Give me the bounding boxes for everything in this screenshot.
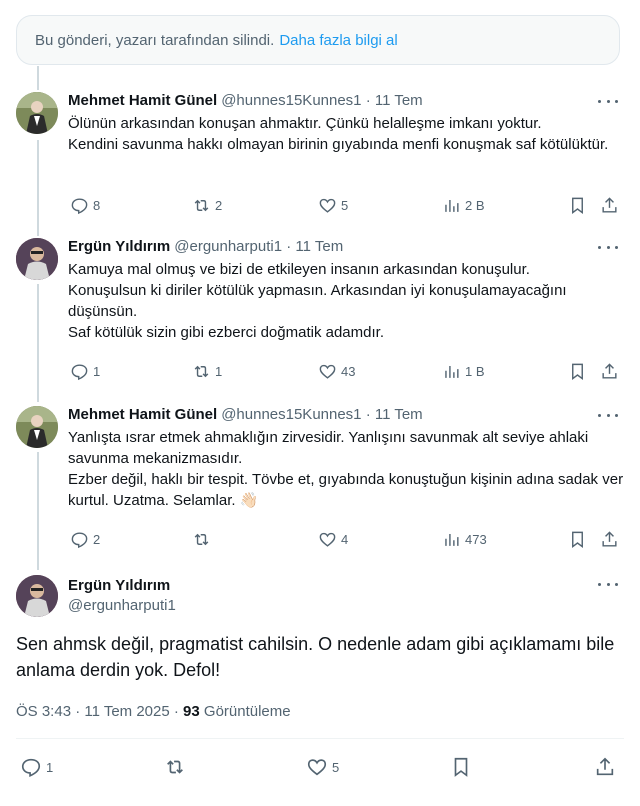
views-button[interactable]: 1 B bbox=[442, 362, 485, 381]
main-action-bar: 1 5 bbox=[0, 756, 640, 782]
post-timestamp[interactable]: ÖS 3:43 · 11 Tem 2025 · bbox=[16, 703, 183, 720]
views-icon bbox=[445, 199, 459, 212]
repost-count: 2 bbox=[215, 198, 223, 213]
author-handle-time[interactable]: @hunnes15Kunnes1 · 11 Tem bbox=[221, 406, 422, 424]
author-handle[interactable]: @ergunharputi1 bbox=[68, 597, 176, 614]
author-handle-time[interactable]: @hunnes15Kunnes1 · 11 Tem bbox=[221, 92, 422, 110]
more-icon[interactable] bbox=[598, 410, 618, 420]
like-button[interactable]: 43 bbox=[318, 362, 355, 381]
thread-line bbox=[37, 284, 39, 402]
reply-count: 1 bbox=[93, 364, 101, 379]
thread-line bbox=[37, 140, 39, 236]
views-count: 1 B bbox=[465, 364, 485, 379]
share-button[interactable] bbox=[600, 530, 619, 549]
like-icon bbox=[319, 198, 336, 213]
views-count: 2 B bbox=[465, 198, 485, 213]
author-handle-time[interactable]: @ergunharputi1 · 11 Tem bbox=[174, 238, 343, 256]
reply-button[interactable]: 2 bbox=[70, 530, 100, 549]
post-header: Ergün Yıldırım @ergunharputi1 · 11 Tem bbox=[68, 238, 624, 256]
share-button[interactable] bbox=[600, 196, 619, 215]
views-count: 473 bbox=[465, 532, 487, 547]
reply-button[interactable]: 8 bbox=[70, 196, 100, 215]
repost-icon bbox=[194, 365, 209, 378]
notice-text: Bu gönderi, yazarı tarafından silindi. bbox=[35, 31, 275, 49]
more-icon[interactable] bbox=[598, 96, 618, 106]
bookmark-button[interactable] bbox=[568, 362, 587, 381]
bookmark-icon bbox=[572, 197, 583, 215]
more-icon[interactable] bbox=[598, 242, 618, 252]
repost-button[interactable] bbox=[164, 756, 186, 778]
repost-count: 1 bbox=[215, 364, 223, 379]
repost-icon bbox=[167, 760, 183, 774]
action-bar: 2 4 473 bbox=[68, 530, 624, 552]
thread-line bbox=[37, 66, 39, 90]
repost-button[interactable]: 2 bbox=[192, 196, 222, 215]
action-bar: 1 1 43 1 B bbox=[68, 362, 624, 384]
reply-icon bbox=[71, 198, 88, 215]
post-text: Kamuya mal olmuş ve bizi de etkileyen in… bbox=[68, 261, 567, 341]
bookmark-icon bbox=[572, 531, 583, 549]
author-name[interactable]: Mehmet Hamit Günel bbox=[68, 92, 217, 110]
author-name[interactable]: Ergün Yıldırım bbox=[68, 238, 170, 256]
like-button[interactable]: 5 bbox=[306, 756, 339, 778]
like-icon bbox=[319, 364, 336, 379]
like-count: 5 bbox=[341, 198, 349, 213]
action-bar: 8 2 5 2 B bbox=[68, 196, 624, 218]
like-count: 4 bbox=[341, 532, 349, 547]
views-total: 93 bbox=[183, 703, 200, 720]
repost-icon bbox=[194, 533, 209, 546]
views-button[interactable]: 473 bbox=[442, 530, 487, 549]
bookmark-button[interactable] bbox=[450, 756, 472, 778]
author-name[interactable]: Mehmet Hamit Günel bbox=[68, 406, 217, 424]
reply-count: 1 bbox=[46, 759, 54, 775]
bookmark-button[interactable] bbox=[568, 530, 587, 549]
more-icon[interactable] bbox=[598, 579, 618, 589]
views-icon bbox=[445, 533, 459, 546]
reply-count: 2 bbox=[93, 532, 101, 547]
repost-icon bbox=[194, 199, 209, 212]
reply-icon bbox=[71, 532, 88, 549]
bookmark-icon bbox=[572, 363, 583, 381]
views-button[interactable]: 2 B bbox=[442, 196, 485, 215]
like-icon bbox=[319, 532, 336, 547]
like-count: 5 bbox=[332, 759, 340, 775]
views-icon bbox=[445, 365, 459, 378]
share-icon bbox=[602, 531, 617, 547]
divider bbox=[16, 738, 624, 739]
main-post-text: Sen ahmsk değil, pragmatist cahilsin. O … bbox=[16, 634, 615, 680]
post-text: Ölünün arkasından konuşan ahmaktır. Çünk… bbox=[68, 115, 609, 153]
author-name[interactable]: Ergün Yıldırım bbox=[68, 577, 176, 594]
repost-button[interactable] bbox=[192, 530, 215, 549]
share-button[interactable] bbox=[594, 756, 616, 778]
share-button[interactable] bbox=[600, 362, 619, 381]
post-header: Mehmet Hamit Günel @hunnes15Kunnes1 · 11… bbox=[68, 92, 624, 110]
reply-icon bbox=[21, 758, 41, 777]
deleted-post-notice: Bu gönderi, yazarı tarafından silindi. D… bbox=[16, 15, 620, 65]
post-text: Yanlışta ısrar etmek ahmaklığın zirvesid… bbox=[68, 429, 624, 509]
thread-line bbox=[37, 452, 39, 570]
bookmark-button[interactable] bbox=[568, 196, 587, 215]
like-button[interactable]: 4 bbox=[318, 530, 348, 549]
avatar[interactable] bbox=[16, 238, 58, 280]
like-count: 43 bbox=[341, 364, 356, 379]
share-icon bbox=[602, 197, 617, 213]
reply-icon bbox=[71, 364, 88, 381]
share-icon bbox=[596, 757, 614, 776]
avatar[interactable] bbox=[16, 575, 58, 617]
bookmark-icon bbox=[454, 757, 468, 777]
reply-button[interactable]: 1 bbox=[20, 756, 53, 778]
learn-more-link[interactable]: Daha fazla bilgi al bbox=[279, 32, 397, 49]
post-header: Mehmet Hamit Günel @hunnes15Kunnes1 · 11… bbox=[68, 406, 624, 424]
like-button[interactable]: 5 bbox=[318, 196, 348, 215]
avatar[interactable] bbox=[16, 406, 58, 448]
views-label: Görüntüleme bbox=[199, 703, 291, 720]
reply-count: 8 bbox=[93, 198, 101, 213]
like-icon bbox=[307, 759, 327, 776]
share-icon bbox=[602, 363, 617, 379]
repost-button[interactable]: 1 bbox=[192, 362, 222, 381]
reply-button[interactable]: 1 bbox=[70, 362, 100, 381]
avatar[interactable] bbox=[16, 92, 58, 134]
post-meta: ÖS 3:43 · 11 Tem 2025 · 93 Görüntüleme bbox=[16, 703, 291, 720]
